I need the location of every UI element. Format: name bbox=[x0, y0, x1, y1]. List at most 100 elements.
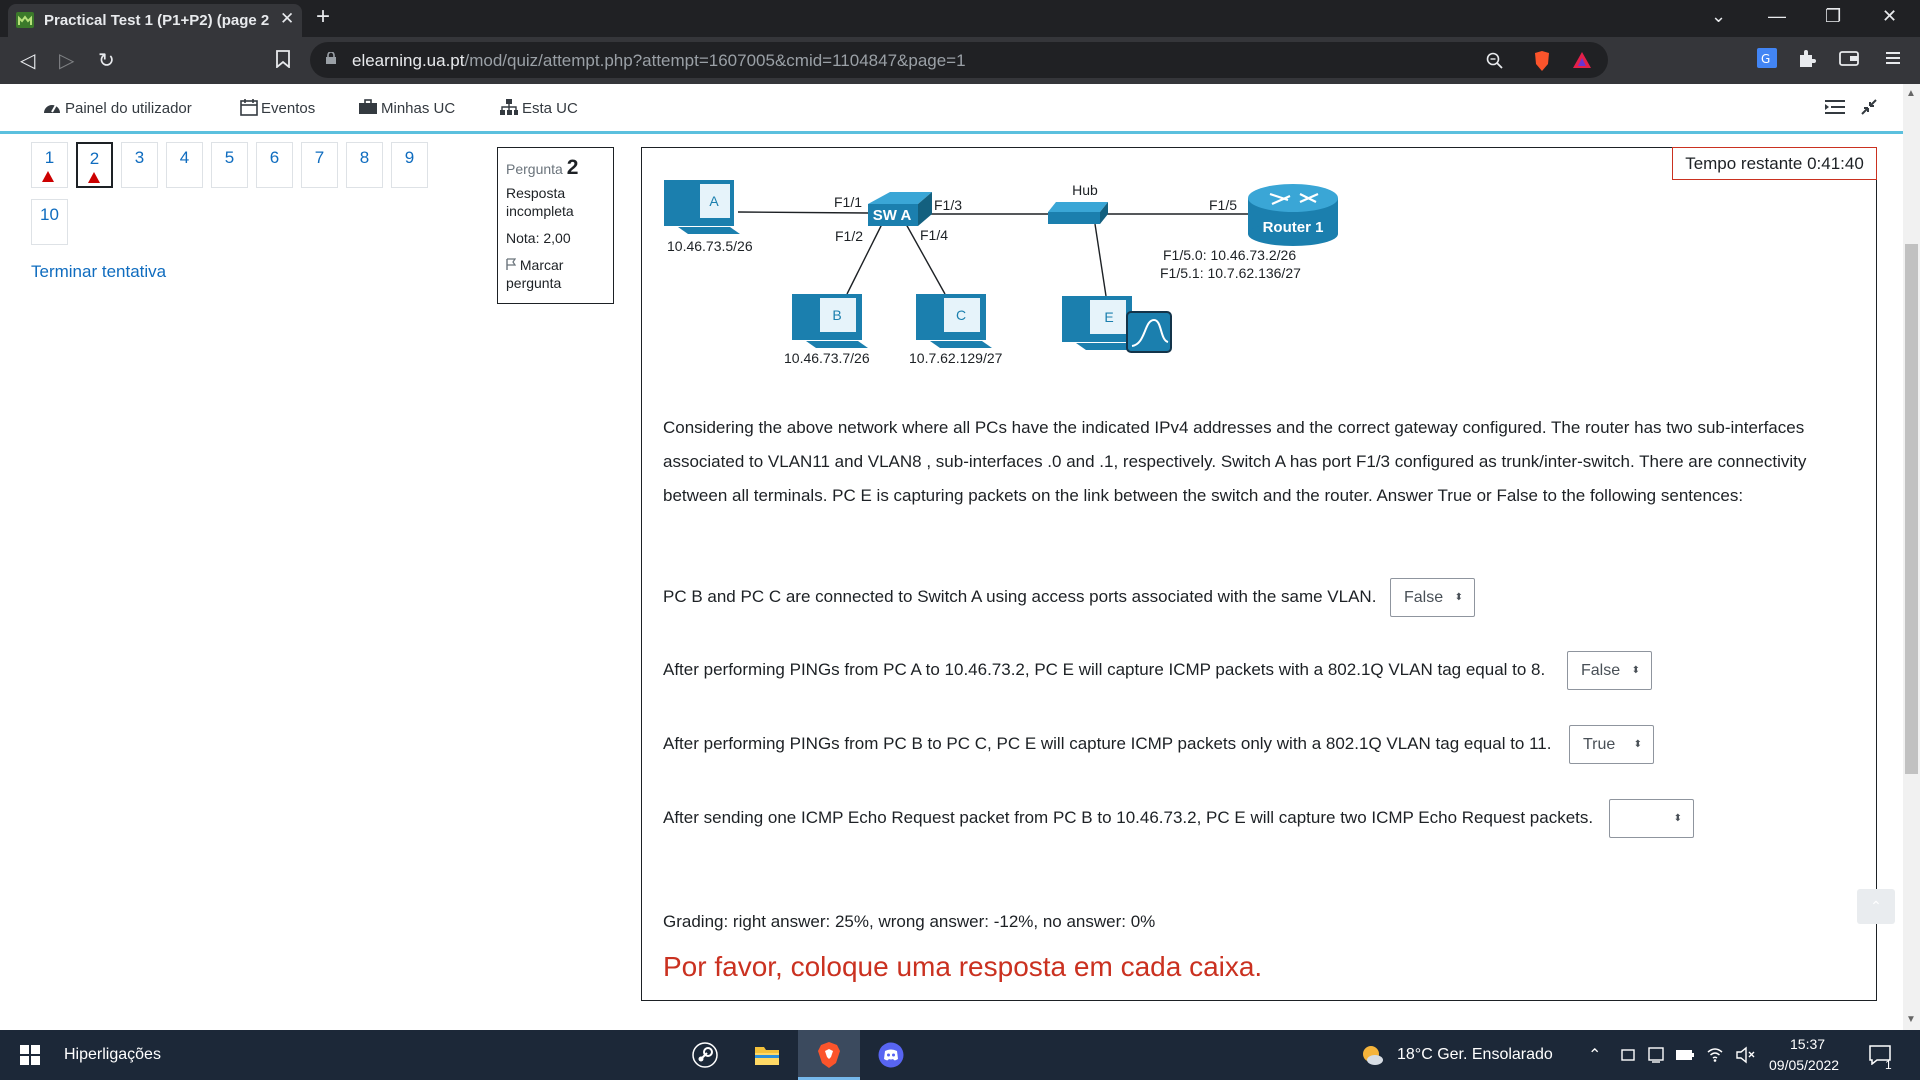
scroll-up-icon[interactable]: ▲ bbox=[1906, 88, 1916, 99]
router-subif-1: F1/5.1: 10.7.62.136/27 bbox=[1160, 265, 1301, 281]
taskbar-discord[interactable] bbox=[860, 1030, 922, 1080]
pc-c-icon: C bbox=[916, 294, 992, 348]
weather-sun-icon[interactable] bbox=[1359, 1043, 1385, 1067]
nav-dashboard[interactable]: Painel do utilizador bbox=[42, 98, 192, 117]
select-caret-icon: ⬍ bbox=[1454, 592, 1463, 603]
drawer-toggle-icon[interactable] bbox=[1824, 98, 1846, 116]
minimize-button[interactable]: — bbox=[1768, 6, 1786, 27]
quiz-nav-number: 7 bbox=[314, 148, 325, 167]
grading-info: Grading: right answer: 25%, wrong answer… bbox=[663, 912, 1156, 931]
port-f1-5: F1/5 bbox=[1209, 197, 1237, 213]
sentence-text-2: After performing PINGs from PC A to 10.4… bbox=[663, 660, 1546, 679]
select-caret-icon: ⬍ bbox=[1633, 739, 1642, 750]
answer-select-value: False bbox=[1404, 589, 1444, 606]
question-info-box: Pergunta 2 Resposta incompleta Nota: 2,0… bbox=[497, 147, 614, 304]
scroll-down-icon[interactable]: ▼ bbox=[1906, 1014, 1916, 1025]
answer-warning: Por favor, coloque uma resposta em cada … bbox=[663, 951, 1263, 982]
taskbar-links-toolbar[interactable]: Hiperligações bbox=[64, 1046, 161, 1064]
tab-search-icon[interactable]: ⌄ bbox=[1711, 6, 1726, 27]
brave-rewards-icon[interactable] bbox=[1572, 51, 1592, 69]
nav-events-label: Eventos bbox=[261, 100, 316, 117]
answer-select-3[interactable]: True ⬍ bbox=[1569, 725, 1654, 764]
forward-icon[interactable]: ▷ bbox=[59, 48, 74, 73]
router-icon: Router 1 bbox=[1248, 184, 1338, 246]
brave-shields-icon[interactable] bbox=[1532, 50, 1552, 72]
quiz-nav-button-1[interactable]: 1 bbox=[31, 142, 68, 188]
sitemap-icon bbox=[500, 99, 518, 115]
hub-label: Hub bbox=[1072, 182, 1098, 198]
pc-e-label: E bbox=[1104, 309, 1113, 325]
clock-date[interactable]: 09/05/2022 bbox=[1769, 1057, 1839, 1073]
quiz-nav-button-4[interactable]: 4 bbox=[166, 142, 203, 188]
nav-my-courses[interactable]: Minhas UC bbox=[358, 98, 455, 117]
close-window-button[interactable]: ✕ bbox=[1882, 6, 1897, 27]
url-text: elearning.ua.pt/mod/quiz/attempt.php?att… bbox=[352, 51, 966, 71]
browser-tabstrip: Practical Test 1 (P1+P2) (page 2 of ✕ + … bbox=[0, 0, 1920, 37]
wallet-icon[interactable] bbox=[1838, 47, 1860, 69]
pc-b-ip: 10.46.73.7/26 bbox=[784, 350, 870, 366]
taskbar-steam[interactable] bbox=[674, 1030, 736, 1080]
notifications-count: 1 bbox=[1885, 1058, 1892, 1072]
volume-muted-icon[interactable] bbox=[1735, 1046, 1755, 1064]
nav-events[interactable]: Eventos bbox=[240, 98, 315, 117]
extensions-icon[interactable] bbox=[1796, 47, 1818, 69]
brave-icon bbox=[818, 1042, 840, 1068]
back-icon[interactable]: ◁ bbox=[20, 48, 35, 73]
wifi-icon[interactable] bbox=[1706, 1045, 1724, 1063]
quiz-nav-button-7[interactable]: 7 bbox=[301, 142, 338, 188]
tray-chevron-icon[interactable]: ⌃ bbox=[1588, 1045, 1601, 1065]
address-bar[interactable]: elearning.ua.pt/mod/quiz/attempt.php?att… bbox=[310, 42, 1608, 78]
browser-tab[interactable]: Practical Test 1 (P1+P2) (page 2 of ✕ bbox=[8, 4, 302, 37]
weather-text[interactable]: 18°C Ger. Ensolarado bbox=[1397, 1046, 1553, 1064]
answer-select-4[interactable]: ⬍ bbox=[1609, 799, 1694, 838]
dashboard-icon bbox=[44, 104, 60, 113]
translate-icon[interactable]: G bbox=[1756, 47, 1778, 69]
windows-start-icon[interactable] bbox=[20, 1045, 40, 1065]
quiz-nav-button-3[interactable]: 3 bbox=[121, 142, 158, 188]
nav-this-course[interactable]: Esta UC bbox=[499, 98, 578, 117]
moodle-navbar: Painel do utilizador Eventos Minhas UC E… bbox=[0, 84, 1903, 134]
back-to-top-button[interactable]: ⌃ bbox=[1857, 889, 1895, 924]
select-caret-icon: ⬍ bbox=[1631, 665, 1640, 676]
taskbar-file-explorer[interactable] bbox=[736, 1030, 798, 1080]
quiz-nav-button-2[interactable]: 2 bbox=[76, 142, 113, 188]
bookmark-icon[interactable] bbox=[276, 50, 290, 68]
taskbar-brave[interactable] bbox=[798, 1030, 860, 1080]
meet-now-icon[interactable] bbox=[1620, 1047, 1636, 1063]
flag-question-toggle[interactable]: Marcar pergunta bbox=[506, 256, 605, 292]
question-number: 2 bbox=[566, 156, 579, 179]
compress-icon[interactable] bbox=[1860, 98, 1878, 116]
sentence-text-4: After sending one ICMP Echo Request pack… bbox=[663, 808, 1594, 827]
quiz-nav-button-10[interactable]: 10 bbox=[31, 199, 68, 245]
quiz-nav-button-8[interactable]: 8 bbox=[346, 142, 383, 188]
pc-b-icon: B bbox=[792, 294, 868, 348]
folder-icon bbox=[755, 1047, 779, 1065]
restore-button[interactable]: ❐ bbox=[1825, 6, 1841, 27]
hub-icon bbox=[1048, 202, 1108, 224]
answer-select-value: True bbox=[1583, 736, 1616, 753]
battery-icon[interactable] bbox=[1675, 1048, 1695, 1062]
device-icon[interactable] bbox=[1647, 1046, 1665, 1064]
scrollbar-thumb[interactable] bbox=[1905, 244, 1918, 774]
answer-select-1[interactable]: False ⬍ bbox=[1390, 578, 1475, 617]
new-tab-button[interactable]: + bbox=[316, 3, 330, 31]
quiz-nav-number: 1 bbox=[44, 148, 55, 167]
moodle-favicon-icon bbox=[16, 12, 34, 28]
quiz-nav-button-9[interactable]: 9 bbox=[391, 142, 428, 188]
finish-attempt-link[interactable]: Terminar tentativa bbox=[31, 262, 166, 282]
tab-close-icon[interactable]: ✕ bbox=[280, 9, 294, 29]
zoom-icon[interactable] bbox=[1486, 52, 1504, 70]
answer-select-2[interactable]: False ⬍ bbox=[1567, 651, 1652, 690]
pc-c-label: C bbox=[956, 307, 966, 323]
clock-time[interactable]: 15:37 bbox=[1790, 1036, 1825, 1052]
url-path: /mod/quiz/attempt.php?attempt=1607005&cm… bbox=[464, 51, 966, 70]
reload-icon[interactable]: ↻ bbox=[98, 48, 115, 73]
quiz-nav-button-6[interactable]: 6 bbox=[256, 142, 293, 188]
lock-icon bbox=[326, 52, 336, 64]
flag-triangle-icon bbox=[88, 172, 100, 183]
quiz-nav-button-5[interactable]: 5 bbox=[211, 142, 248, 188]
menu-icon[interactable] bbox=[1882, 47, 1904, 69]
port-f1-3: F1/3 bbox=[934, 197, 962, 213]
quiz-nav-number: 3 bbox=[134, 148, 145, 167]
select-caret-icon: ⬍ bbox=[1673, 813, 1682, 824]
